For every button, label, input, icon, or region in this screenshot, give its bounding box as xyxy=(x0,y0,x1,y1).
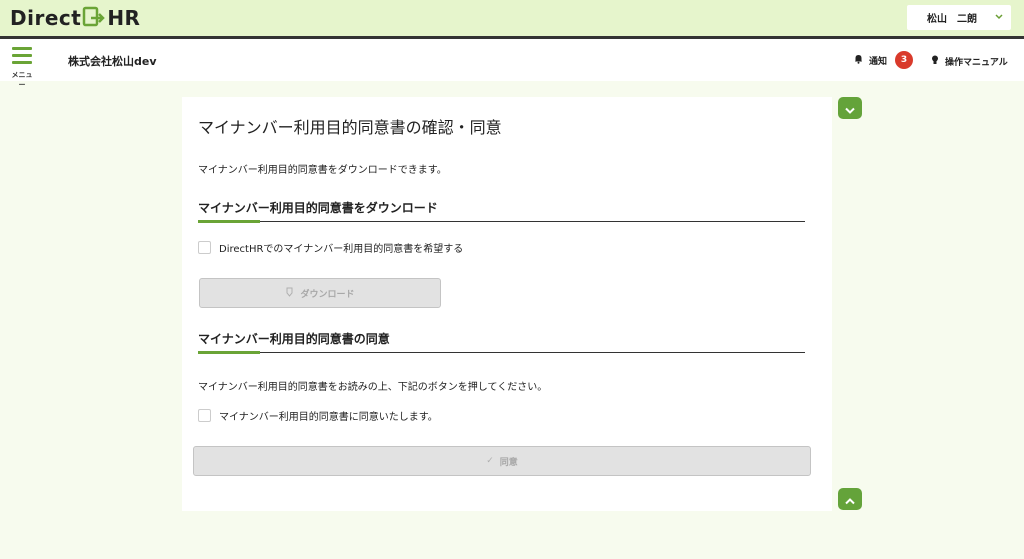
notification-badge: 3 xyxy=(895,51,914,69)
title-accent xyxy=(198,351,260,354)
logo-text-hr: HR xyxy=(107,6,141,30)
download-button[interactable]: ダウンロード xyxy=(199,278,441,308)
hamburger-icon xyxy=(12,47,32,50)
manual-label: 操作マニュアル xyxy=(945,58,1008,68)
consent-section-title: マイナンバー利用目的同意書の同意 xyxy=(198,332,390,346)
download-checkbox-row[interactable]: DirectHRでのマイナンバー利用目的同意書を希望する xyxy=(198,240,463,255)
user-name: 松山 二朗 xyxy=(927,14,977,25)
hamburger-icon-bar xyxy=(12,61,32,64)
consent-checkbox-row[interactable]: マイナンバー利用目的同意書に同意いたします。 xyxy=(198,408,438,423)
sub-header: メニュー 株式会社松山dev 通知 3 操作マニュアル xyxy=(0,39,1024,89)
hamburger-icon-bar xyxy=(12,54,32,57)
notification-label: 通知 xyxy=(869,56,888,67)
scroll-down-button[interactable] xyxy=(838,97,862,119)
menu-label: メニュー xyxy=(11,71,33,89)
page-title: マイナンバー利用目的同意書の確認・同意 xyxy=(198,118,502,137)
consent-button[interactable]: ✓ 同意 xyxy=(193,446,811,476)
notification-link[interactable]: 通知 3 xyxy=(854,51,914,69)
user-dropdown[interactable]: 松山 二朗 xyxy=(907,5,1011,30)
menu-button[interactable]: メニュー xyxy=(9,47,35,89)
bell-icon xyxy=(854,54,863,67)
chevron-down-icon xyxy=(995,12,1003,23)
consent-button-label: 同意 xyxy=(499,457,518,468)
content-card: マイナンバー利用目的同意書の確認・同意 マイナンバー利用目的同意書をダウンロード… xyxy=(182,97,832,511)
chevron-up-icon xyxy=(845,490,855,509)
consent-checkbox-label: マイナンバー利用目的同意書に同意いたします。 xyxy=(219,412,438,423)
company-name: 株式会社松山dev xyxy=(68,55,157,68)
download-checkbox-label: DirectHRでのマイナンバー利用目的同意書を希望する xyxy=(219,244,464,255)
logo-text-direct: Direct xyxy=(10,6,82,30)
scroll-up-button[interactable] xyxy=(838,488,862,510)
lightbulb-icon xyxy=(931,55,939,68)
directhr-logo[interactable]: Direct HR xyxy=(10,5,140,31)
download-section-title: マイナンバー利用目的同意書をダウンロード xyxy=(198,201,438,215)
intro-text: マイナンバー利用目的同意書をダウンロードできます。 xyxy=(198,165,447,176)
top-header: Direct HR 松山 二朗 xyxy=(0,0,1024,39)
consent-checkbox[interactable] xyxy=(198,409,211,422)
chevron-down-icon xyxy=(845,99,855,118)
manual-link[interactable]: 操作マニュアル xyxy=(931,55,1008,68)
logo-mark-icon xyxy=(82,6,106,28)
download-icon xyxy=(285,287,294,300)
consent-instruction: マイナンバー利用目的同意書をお読みの上、下記のボタンを押してください。 xyxy=(198,382,548,393)
check-icon: ✓ xyxy=(486,456,494,466)
divider xyxy=(198,352,805,353)
title-accent xyxy=(198,220,260,223)
download-button-label: ダウンロード xyxy=(300,289,355,300)
divider xyxy=(198,221,805,222)
download-checkbox[interactable] xyxy=(198,241,211,254)
